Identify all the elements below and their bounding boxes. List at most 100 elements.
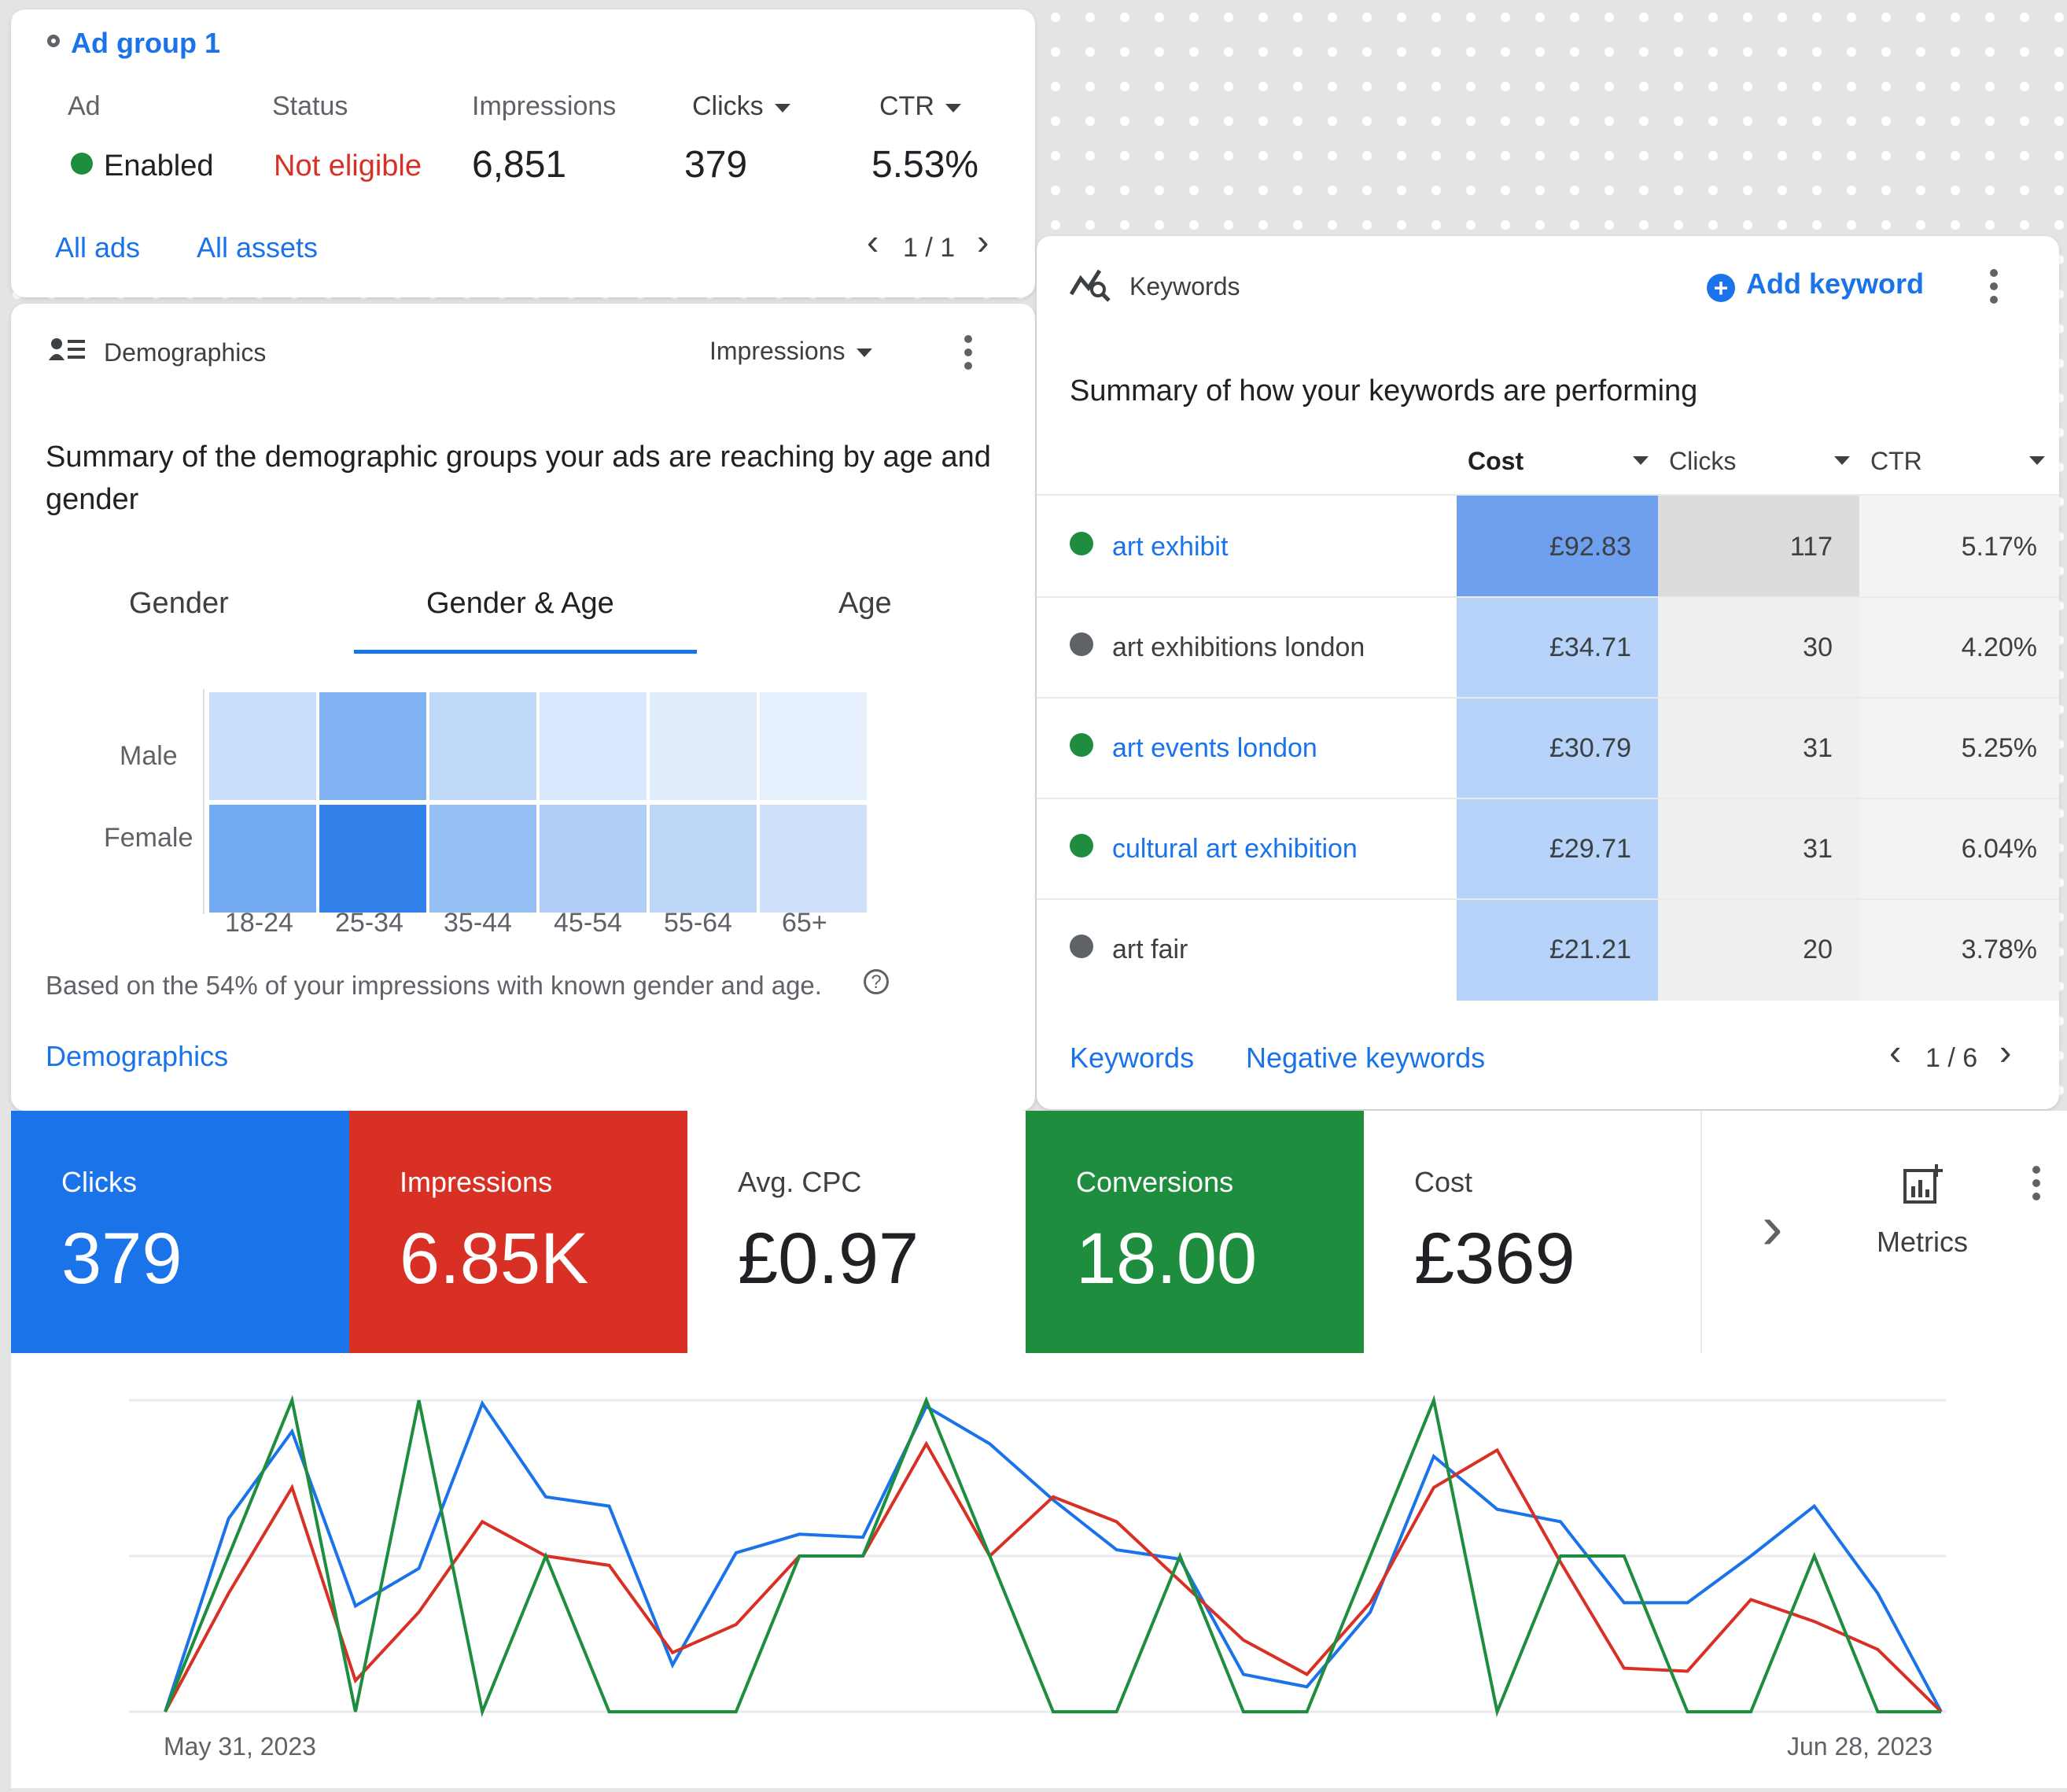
heatmap-col-label: 65+ — [782, 908, 827, 938]
clicks-cell: 31 — [1803, 834, 1833, 864]
negative-keywords-link[interactable]: Negative keywords — [1246, 1042, 1485, 1075]
tab-gender-age[interactable]: Gender & Age — [426, 587, 614, 621]
col-header-ctr[interactable]: CTR — [1870, 447, 2045, 476]
heatmap-cell[interactable] — [429, 692, 536, 800]
pager-prev-icon[interactable]: ‹ — [867, 220, 879, 263]
tile-value: £369 — [1414, 1219, 1575, 1299]
heatmap-col-label: 55-64 — [664, 908, 732, 938]
conversions-tile[interactable]: Conversions 18.00 — [1026, 1111, 1364, 1353]
table-row: art fair £21.21 20 3.78% — [1037, 898, 2059, 999]
clicks-cell: 31 — [1803, 733, 1833, 763]
ctr-cell: 5.17% — [1961, 532, 2037, 562]
tile-value: £0.97 — [738, 1219, 919, 1299]
demographics-icon — [49, 337, 87, 365]
pager-text: 1 / 6 — [1925, 1043, 1978, 1073]
ctr-cell: 4.20% — [1961, 632, 2037, 662]
heatmap-col-label: 25-34 — [335, 908, 403, 938]
col-header-ctr[interactable]: CTR — [879, 91, 961, 122]
keywords-summary: Summary of how your keywords are perform… — [1070, 374, 1698, 407]
active-tab-underline — [354, 650, 697, 654]
clicks-cell: 20 — [1803, 935, 1833, 964]
status-paused-icon — [1070, 935, 1093, 958]
heatmap-cell[interactable] — [209, 692, 316, 800]
ad-group-title[interactable]: Ad group 1 — [71, 27, 220, 60]
cost-cell: £30.79 — [1549, 733, 1631, 763]
demographics-more-icon[interactable] — [964, 335, 972, 375]
col-header-cost[interactable]: Cost — [1468, 447, 1649, 476]
tab-age[interactable]: Age — [838, 587, 892, 621]
clicks-cell: 117 — [1789, 532, 1833, 562]
impressions-tile[interactable]: Impressions 6.85K — [349, 1111, 687, 1353]
metrics-button-label[interactable]: Metrics — [1877, 1226, 1968, 1259]
add-keyword-button[interactable]: + Add keyword — [1707, 267, 1924, 302]
chevron-right-icon[interactable]: › — [1762, 1196, 1783, 1259]
heatmap-cell[interactable] — [540, 692, 647, 800]
heatmap-cell[interactable] — [429, 805, 536, 913]
status-paused-icon — [1070, 632, 1093, 656]
metrics-scorecards: Clicks 379 Impressions 6.85K Avg. CPC £0… — [11, 1111, 2067, 1353]
ctr-value: 5.53% — [871, 144, 979, 186]
tile-label: Conversions — [1076, 1166, 1234, 1198]
all-assets-link[interactable]: All assets — [197, 231, 318, 264]
keywords-link[interactable]: Keywords — [1070, 1042, 1194, 1075]
tile-value: 379 — [61, 1219, 182, 1299]
x-axis-label-end: Jun 28, 2023 — [1787, 1732, 1933, 1761]
demographics-link[interactable]: Demographics — [46, 1040, 228, 1073]
keyword-name[interactable]: art exhibit — [1112, 532, 1228, 562]
impressions-value: 6,851 — [472, 144, 567, 186]
status-enabled-dot — [1070, 834, 1093, 857]
line-chart-svg — [129, 1395, 1946, 1717]
heatmap-cell[interactable] — [540, 805, 647, 913]
heatmap-cell[interactable] — [319, 805, 426, 913]
ad-group-status-icon — [47, 35, 60, 47]
demographics-metric-dropdown[interactable]: Impressions — [709, 337, 872, 366]
pager-next-icon[interactable]: › — [977, 220, 989, 263]
keywords-card: Keywords + Add keyword Summary of how you… — [1037, 236, 2059, 1109]
tile-value: 6.85K — [400, 1219, 589, 1299]
series-line-0 — [164, 1399, 1943, 1713]
metrics-chart-icon[interactable] — [1902, 1163, 1944, 1205]
cost-cell: £29.71 — [1549, 834, 1631, 864]
keyword-name[interactable]: art exhibitions london — [1112, 632, 1365, 663]
heatmap-col-label: 18-24 — [225, 908, 293, 938]
all-ads-link[interactable]: All ads — [55, 231, 140, 264]
metrics-more-icon[interactable] — [2032, 1166, 2040, 1206]
pager-prev-icon[interactable]: ‹ — [1889, 1031, 1901, 1073]
help-icon[interactable]: ? — [864, 969, 889, 994]
keyword-name[interactable]: art fair — [1112, 935, 1188, 965]
heatmap-cell[interactable] — [650, 805, 757, 913]
heatmap-cell[interactable] — [319, 692, 426, 800]
tile-label: Impressions — [400, 1166, 553, 1198]
keywords-more-icon[interactable] — [1990, 269, 1998, 309]
avg-cpc-tile[interactable]: Avg. CPC £0.97 — [687, 1111, 1026, 1353]
ad-status-not-eligible[interactable]: Not eligible — [274, 149, 422, 183]
pager-next-icon[interactable]: › — [1999, 1031, 2011, 1073]
heatmap-cell[interactable] — [760, 805, 867, 913]
pager-text: 1 / 1 — [903, 233, 956, 263]
table-row: art exhibit £92.83 117 5.17% — [1037, 496, 2059, 596]
clicks-tile[interactable]: Clicks 379 — [11, 1111, 349, 1353]
series-line-1 — [164, 1440, 1943, 1713]
performance-line-chart: May 31, 2023 Jun 28, 2023 — [11, 1353, 2067, 1788]
col-header-impressions: Impressions — [472, 91, 617, 121]
col-header-clicks[interactable]: Clicks — [692, 91, 790, 122]
cost-tile[interactable]: Cost £369 — [1364, 1111, 1702, 1353]
keywords-title: Keywords — [1129, 272, 1240, 301]
heatmap-cell[interactable] — [760, 692, 867, 800]
demographics-summary: Summary of the demographic groups your a… — [46, 441, 991, 516]
ctr-cell: 6.04% — [1961, 834, 2037, 864]
cost-cell: £34.71 — [1549, 632, 1631, 662]
demographics-footnote: Based on the 54% of your impressions wit… — [46, 971, 822, 1000]
tab-gender[interactable]: Gender — [129, 587, 229, 621]
clicks-value: 379 — [684, 144, 748, 186]
heatmap-row-label-male: Male — [120, 741, 178, 771]
heatmap-cell[interactable] — [650, 692, 757, 800]
tile-label: Clicks — [61, 1166, 137, 1198]
enabled-status-dot — [71, 153, 93, 175]
status-enabled-dot — [1070, 733, 1093, 757]
keyword-name[interactable]: art events london — [1112, 733, 1317, 764]
keyword-name[interactable]: cultural art exhibition — [1112, 834, 1358, 865]
cost-cell: £92.83 — [1549, 532, 1631, 562]
col-header-clicks[interactable]: Clicks — [1669, 447, 1850, 476]
heatmap-cell[interactable] — [209, 805, 316, 913]
